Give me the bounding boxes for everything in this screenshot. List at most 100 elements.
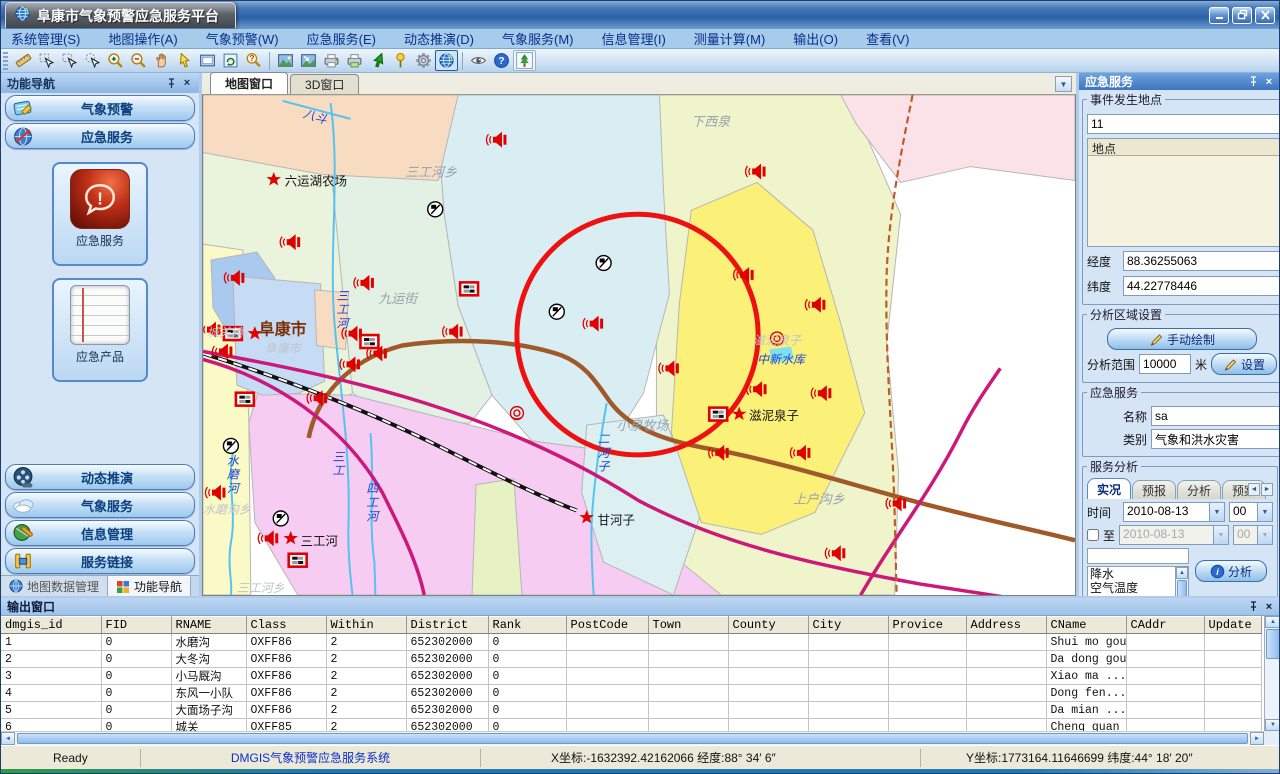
shelter-flag-icon[interactable] [460,282,478,295]
sidebar-item-top-0[interactable]: 气象预警 [5,95,195,121]
menu-item-7[interactable]: 测量计算(M) [694,29,766,48]
service-tab-2[interactable]: 分析 [1177,480,1221,499]
range-input[interactable] [1139,354,1191,374]
shelter-flag-icon[interactable] [289,554,307,567]
pin-icon[interactable] [1245,600,1261,614]
element-filter-box[interactable] [1087,548,1189,564]
menu-item-8[interactable]: 输出(O) [793,29,838,48]
shelter-flag-icon[interactable] [360,335,378,348]
sidebar-item-bottom-2[interactable]: 信息管理 [5,520,195,546]
minimize-button[interactable] [1209,7,1229,24]
print-map-icon[interactable] [343,50,366,71]
shortcut-1[interactable]: 应急产品 [52,278,148,382]
table-column-header[interactable]: RNAME [171,617,246,634]
shelter-flag-icon[interactable] [709,408,727,421]
monitor-station-icon[interactable] [596,256,611,271]
shortcut-0[interactable]: !应急服务 [52,162,148,266]
table-column-header[interactable]: Town [648,617,728,634]
scrollbar-thumb[interactable] [1177,580,1187,596]
pointer-icon[interactable] [173,50,196,71]
latitude-input[interactable] [1123,276,1280,296]
table-row[interactable]: 20大冬沟OXFF8626523020000Da dong gou [1,651,1261,668]
menu-item-2[interactable]: 气象预警(W) [206,29,279,48]
chevron-down-icon[interactable]: ▼ [1209,503,1224,521]
table-column-header[interactable]: County [728,617,808,634]
table-column-header[interactable]: PostCode [566,617,648,634]
monitor-station-icon[interactable] [549,304,564,319]
scrollbar-thumb[interactable] [1266,629,1280,659]
output-vertical-scrollbar[interactable]: ▲ ▼ [1264,616,1280,731]
to-date-combo[interactable]: 2010-08-13 ▼ [1119,525,1229,545]
scrollbar-thumb[interactable] [17,733,1248,744]
menu-item-0[interactable]: 系统管理(S) [11,29,80,48]
output-horizontal-scrollbar[interactable]: ◄ ► [1,731,1264,745]
sidebar-item-top-1[interactable]: 应急服务 [5,123,195,149]
tab-scroll-right-icon[interactable]: ► [1261,483,1273,496]
map-tab-0[interactable]: 地图窗口 [210,72,288,94]
table-row[interactable]: 60城关OXFF8526523020000Cheng guan [1,719,1261,732]
service-type-combo[interactable]: 气象和洪水灾害 ▼ [1151,429,1280,449]
scroll-down-icon[interactable]: ▼ [1265,719,1280,731]
table-column-header[interactable]: CAddr [1126,617,1204,634]
select-rect-icon[interactable] [58,50,81,71]
date-combo[interactable]: 2010-08-13 ▼ [1123,502,1225,522]
visibility-eye-icon[interactable] [467,50,490,71]
service-tab-1[interactable]: 预报 [1132,480,1176,499]
table-column-header[interactable]: Within [326,617,406,634]
table-column-header[interactable]: District [406,617,488,634]
export-image-icon[interactable] [274,50,297,71]
panel-tab-1[interactable]: 功能导航 [108,576,191,596]
refresh-view-icon[interactable] [219,50,242,71]
table-row[interactable]: 50大面场子沟OXFF8626523020000Da mian ... [1,702,1261,719]
table-column-header[interactable]: Update [1204,617,1261,634]
zoom-in-icon[interactable] [104,50,127,71]
scene-view-icon[interactable] [297,50,320,71]
close-icon[interactable]: × [179,76,195,90]
to-time-checkbox[interactable] [1087,529,1099,541]
map-viewport[interactable]: 六运湖农场三工河乡下西泉阜康市城关镇阜康市九运街滋泥泉子中新水库滋泥泉子小泉牧场… [202,95,1076,596]
monitor-station-icon[interactable] [273,511,288,526]
hour-combo[interactable]: 00 ▼ [1229,502,1273,522]
map-canvas[interactable]: 六运湖农场三工河乡下西泉阜康市城关镇阜康市九运街滋泥泉子中新水库滋泥泉子小泉牧场… [203,95,1075,595]
measure-ruler-icon[interactable] [12,50,35,71]
scroll-left-icon[interactable]: ◄ [1,732,15,745]
element-list-item-1[interactable]: 空气温度 [1088,581,1175,595]
menu-item-5[interactable]: 气象服务(M) [502,29,574,48]
service-tab-0[interactable]: 实况 [1087,478,1131,499]
table-column-header[interactable]: FID [101,617,171,634]
scroll-right-icon[interactable]: ► [1250,732,1264,745]
help-icon[interactable]: ? [490,50,513,71]
scroll-up-icon[interactable]: ▲ [1176,567,1188,579]
element-listbox[interactable]: 降水空气温度 ▲ [1087,566,1189,596]
menu-item-4[interactable]: 动态推演(D) [404,29,474,48]
layer-tree-icon[interactable] [513,50,536,71]
sidebar-item-bottom-1[interactable]: 气象服务 [5,492,195,518]
locate-arrow-icon[interactable] [366,50,389,71]
scroll-up-icon[interactable]: ▲ [1265,616,1280,628]
output-table-container[interactable]: dmgis_idFIDRNAMEClassWithinDistrictRankP… [1,616,1264,731]
settings-gear-icon[interactable] [412,50,435,71]
restore-button[interactable] [1232,7,1252,24]
identify-icon[interactable]: ? [242,50,265,71]
table-column-header[interactable]: Class [246,617,326,634]
placemark-pin-icon[interactable] [389,50,412,71]
analyze-button[interactable]: i 分析 [1195,560,1267,582]
menu-item-3[interactable]: 应急服务(E) [307,29,376,48]
location-search-input[interactable] [1087,114,1280,134]
sidebar-item-bottom-3[interactable]: 服务链接 [5,548,195,574]
select-circle-icon[interactable] [81,50,104,71]
monitor-station-icon[interactable] [428,202,443,217]
chevron-down-icon[interactable]: ▼ [1257,503,1272,521]
table-row[interactable]: 10水磨沟OXFF8626523020000Shui mo gou [1,634,1261,651]
menu-item-6[interactable]: 信息管理(I) [602,29,666,48]
close-icon[interactable]: × [1261,600,1277,614]
table-column-header[interactable]: Rank [488,617,566,634]
service-name-input[interactable] [1151,406,1280,426]
close-button[interactable] [1255,7,1275,24]
zoom-out-icon[interactable] [127,50,150,71]
table-row[interactable]: 30小马厩沟OXFF8626523020000Xiao ma ... [1,668,1261,685]
shelter-flag-icon[interactable] [236,393,254,406]
chevron-down-icon[interactable]: ▼ [1257,526,1272,544]
menu-item-1[interactable]: 地图操作(A) [108,29,177,48]
toolbar-grip[interactable] [3,52,8,70]
